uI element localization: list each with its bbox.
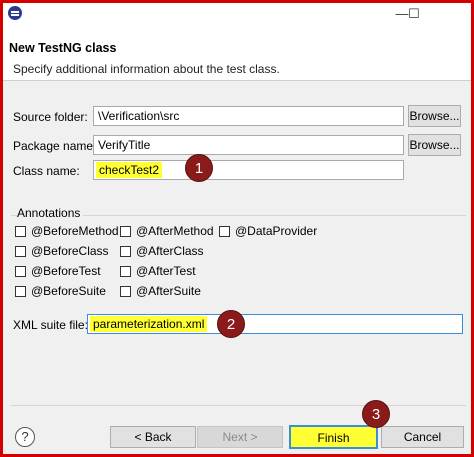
- dialog-window: — ☐ New TestNG class Specify additional …: [0, 0, 474, 457]
- eclipse-icon: [8, 6, 22, 20]
- dialog-title: New TestNG class: [9, 41, 117, 55]
- checkbox-before-method[interactable]: @BeforeMethod: [15, 224, 119, 238]
- checkbox-box[interactable]: [15, 245, 26, 257]
- help-icon[interactable]: ?: [15, 427, 35, 447]
- checkbox-after-suite[interactable]: @AfterSuite: [120, 284, 201, 298]
- checkbox-before-suite[interactable]: @BeforeSuite: [15, 284, 106, 298]
- step-marker-2: 2: [217, 310, 245, 338]
- step-marker-1: 1: [185, 154, 213, 182]
- title-bar: — ☐: [3, 3, 471, 25]
- checkbox-box[interactable]: [120, 225, 131, 237]
- source-folder-label: Source folder:: [13, 110, 88, 124]
- finish-button[interactable]: Finish: [289, 425, 378, 449]
- package-name-browse-button[interactable]: Browse...: [408, 134, 461, 156]
- class-name-input[interactable]: checkTest2: [93, 160, 404, 180]
- dialog-description: Specify additional information about the…: [13, 62, 280, 76]
- maximize-button[interactable]: ☐: [392, 3, 436, 25]
- class-name-label: Class name:: [13, 164, 80, 178]
- back-button[interactable]: < Back: [110, 426, 196, 448]
- next-button[interactable]: Next >: [197, 426, 283, 448]
- checkbox-after-class[interactable]: @AfterClass: [120, 244, 204, 258]
- xml-suite-file-label: XML suite file:: [13, 318, 88, 332]
- checkbox-data-provider[interactable]: @DataProvider: [219, 224, 317, 238]
- xml-suite-file-input[interactable]: parameterization.xml: [87, 314, 463, 334]
- step-marker-3: 3: [362, 400, 390, 428]
- package-name-input[interactable]: VerifyTitle: [93, 135, 404, 155]
- checkbox-box[interactable]: [120, 285, 131, 297]
- checkbox-box[interactable]: [15, 225, 26, 237]
- annotations-group-title: Annotations: [17, 206, 84, 220]
- package-name-label: Package name:: [13, 139, 97, 153]
- checkbox-box[interactable]: [15, 265, 26, 277]
- checkbox-after-method[interactable]: @AfterMethod: [120, 224, 214, 238]
- checkbox-box[interactable]: [15, 285, 26, 297]
- checkbox-before-class[interactable]: @BeforeClass: [15, 244, 109, 258]
- checkbox-after-test[interactable]: @AfterTest: [120, 264, 196, 278]
- checkbox-box[interactable]: [120, 245, 131, 257]
- class-name-value: checkTest2: [96, 162, 163, 178]
- checkbox-box[interactable]: [120, 265, 131, 277]
- xml-suite-file-value: parameterization.xml: [90, 316, 208, 332]
- checkbox-before-test[interactable]: @BeforeTest: [15, 264, 101, 278]
- source-folder-input[interactable]: \Verification\src: [93, 106, 404, 126]
- source-folder-browse-button[interactable]: Browse...: [408, 105, 461, 127]
- cancel-button[interactable]: Cancel: [381, 426, 464, 448]
- checkbox-box[interactable]: [219, 225, 230, 237]
- footer-separator: [11, 405, 466, 406]
- dialog-banner: New TestNG class Specify additional info…: [3, 25, 471, 81]
